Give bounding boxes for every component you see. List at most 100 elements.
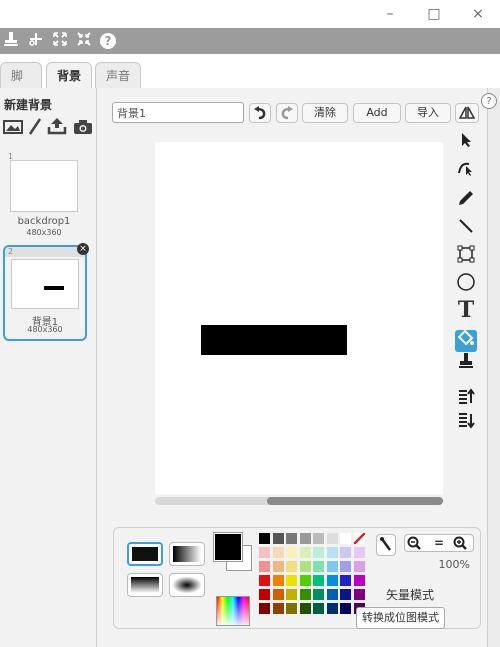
- line-tool-icon[interactable]: [455, 218, 477, 240]
- text-tool-icon[interactable]: T: [455, 299, 477, 321]
- palette-swatch[interactable]: [313, 561, 324, 572]
- pencil-tool-icon[interactable]: [455, 190, 477, 212]
- tab-scripts[interactable]: 脚本: [0, 62, 42, 109]
- palette-swatch[interactable]: [340, 547, 351, 558]
- close-button[interactable]: ×: [458, 0, 498, 28]
- palette-swatch[interactable]: [340, 589, 351, 600]
- ellipse-tool-icon[interactable]: [455, 272, 477, 294]
- palette-swatch[interactable]: [272, 561, 284, 572]
- palette-swatch[interactable]: [286, 589, 297, 600]
- palette-swatch[interactable]: [313, 603, 324, 614]
- bring-forward-icon[interactable]: [455, 388, 477, 410]
- palette-swatch[interactable]: [259, 533, 270, 544]
- minimize-button[interactable]: –: [370, 0, 410, 28]
- solid-fill-button[interactable]: [127, 542, 163, 566]
- send-backward-icon[interactable]: [455, 413, 477, 435]
- palette-swatch[interactable]: [299, 533, 311, 544]
- stamp-tool-icon[interactable]: [455, 352, 477, 374]
- palette-swatch[interactable]: [259, 575, 270, 586]
- vertical-gradient-button[interactable]: [127, 573, 163, 597]
- costume-name-input[interactable]: [112, 102, 244, 123]
- palette-swatch[interactable]: [299, 575, 311, 586]
- import-button[interactable]: 导入: [405, 103, 451, 123]
- help-icon[interactable]: ?: [100, 33, 116, 49]
- palette-swatch[interactable]: [272, 603, 284, 614]
- palette-swatch[interactable]: [286, 561, 297, 572]
- delete-icon[interactable]: ×: [77, 243, 89, 255]
- backdrop-item[interactable]: 1 backdrop1 480x360: [4, 150, 84, 238]
- add-button[interactable]: Add: [353, 103, 401, 123]
- palette-swatch[interactable]: [313, 547, 324, 558]
- maximize-button[interactable]: □: [414, 0, 454, 28]
- palette-swatch[interactable]: [286, 547, 297, 558]
- color-picker-icon[interactable]: [216, 596, 250, 626]
- palette-swatch[interactable]: [259, 603, 270, 614]
- palette-swatch[interactable]: [259, 561, 270, 572]
- color-palette[interactable]: [259, 533, 371, 625]
- palette-swatch[interactable]: [326, 603, 338, 614]
- scrollbar-thumb[interactable]: [267, 497, 443, 505]
- horizontal-scrollbar[interactable]: [155, 497, 443, 505]
- radial-gradient-button[interactable]: [169, 573, 205, 597]
- palette-swatch[interactable]: [299, 589, 311, 600]
- upload-file-icon[interactable]: [47, 117, 67, 135]
- clear-button[interactable]: 清除: [302, 103, 348, 123]
- shrink-icon[interactable]: [75, 31, 93, 51]
- palette-swatch[interactable]: [340, 575, 351, 586]
- zoom-in-icon[interactable]: [453, 536, 473, 550]
- palette-swatch[interactable]: [326, 533, 338, 544]
- reshape-tool-icon[interactable]: [455, 158, 477, 180]
- palette-swatch[interactable]: [272, 589, 284, 600]
- paint-new-icon[interactable]: [27, 118, 43, 136]
- palette-swatch[interactable]: [326, 561, 338, 572]
- palette-swatch[interactable]: [340, 561, 351, 572]
- palette-swatch[interactable]: [286, 603, 297, 614]
- fill-tool-icon[interactable]: [455, 329, 477, 352]
- palette-swatch[interactable]: [313, 575, 324, 586]
- palette-swatch[interactable]: [286, 575, 297, 586]
- palette-swatch[interactable]: [353, 561, 365, 572]
- tab-sounds[interactable]: 声音: [95, 62, 141, 88]
- palette-swatch[interactable]: [299, 547, 311, 558]
- select-tool-icon[interactable]: [455, 132, 477, 154]
- convert-to-bitmap-button[interactable]: 转换成位图模式: [356, 607, 445, 629]
- rectangle-tool-icon[interactable]: [455, 245, 477, 267]
- choose-from-library-icon[interactable]: [3, 119, 23, 135]
- zoom-out-icon[interactable]: [407, 536, 427, 550]
- camera-icon[interactable]: [73, 119, 93, 135]
- help-icon[interactable]: ?: [481, 93, 497, 109]
- primary-color-swatch[interactable]: [213, 532, 243, 562]
- flip-button[interactable]: [455, 103, 479, 123]
- palette-swatch[interactable]: [272, 533, 284, 544]
- palette-swatch[interactable]: [326, 547, 338, 558]
- palette-swatch[interactable]: [340, 533, 351, 544]
- palette-swatch[interactable]: [272, 547, 284, 558]
- cut-icon[interactable]: [27, 31, 45, 51]
- undo-button[interactable]: [249, 103, 271, 123]
- tab-backdrops[interactable]: 背景: [46, 62, 92, 89]
- stamp-icon[interactable]: [2, 31, 20, 51]
- palette-swatch[interactable]: [259, 547, 270, 558]
- palette-swatch[interactable]: [326, 589, 338, 600]
- palette-swatch[interactable]: [272, 575, 284, 586]
- palette-swatch[interactable]: [286, 533, 297, 544]
- palette-swatch[interactable]: [353, 575, 365, 586]
- black-rectangle-shape[interactable]: [201, 325, 347, 355]
- horizontal-gradient-button[interactable]: [169, 542, 205, 566]
- palette-swatch[interactable]: [299, 561, 311, 572]
- palette-swatch[interactable]: [259, 589, 270, 600]
- transparent-color-swatch[interactable]: [353, 533, 365, 544]
- backdrop-item-selected[interactable]: 2 × 背景1 480x360: [3, 243, 89, 341]
- palette-swatch[interactable]: [313, 533, 324, 544]
- palette-swatch[interactable]: [353, 547, 365, 558]
- palette-swatch[interactable]: [326, 575, 338, 586]
- palette-swatch[interactable]: [313, 589, 324, 600]
- redo-button[interactable]: [276, 103, 298, 123]
- eyedropper-button[interactable]: [376, 534, 396, 556]
- palette-swatch[interactable]: [340, 603, 351, 614]
- palette-swatch[interactable]: [353, 589, 365, 600]
- grow-icon[interactable]: [51, 31, 69, 51]
- zoom-reset-icon[interactable]: =: [431, 536, 447, 550]
- drawing-canvas[interactable]: [155, 142, 443, 494]
- palette-swatch[interactable]: [299, 603, 311, 614]
